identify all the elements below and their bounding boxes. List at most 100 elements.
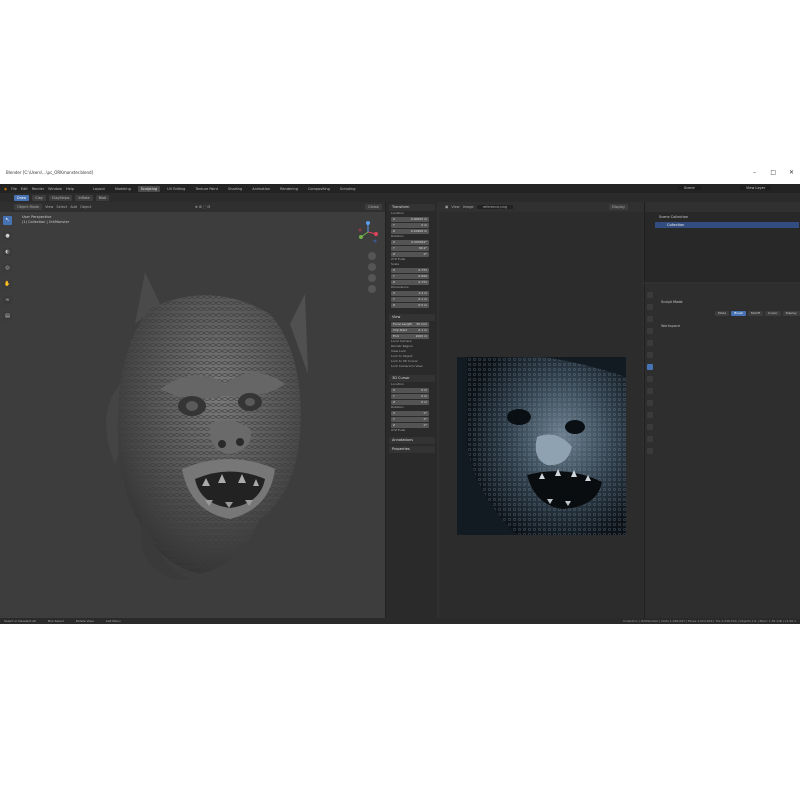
transform-orientation-icons[interactable]: ⊕ ⊞ ⬚ ⊟ (195, 205, 210, 209)
viewport-menu-object[interactable]: Object (80, 205, 91, 209)
3d-viewport[interactable]: Object Mode View Select Add Object ⊕ ⊞ ⬚… (0, 202, 385, 618)
modifiers-tab-icon[interactable] (647, 376, 653, 382)
menu-render[interactable]: Render (32, 187, 44, 191)
grab-brush-icon[interactable]: ✋ (3, 280, 12, 289)
brush-draw[interactable]: Draw (14, 194, 30, 201)
workspace-tab-rendering[interactable]: Rendering (277, 186, 301, 192)
image-menu-view[interactable]: View (451, 205, 459, 209)
tool-tab-icon[interactable] (647, 292, 653, 298)
scene-tab-icon[interactable] (647, 340, 653, 346)
render-tab-icon[interactable] (647, 304, 653, 310)
location-y-field[interactable]: Y0 m (391, 223, 429, 228)
lock-camera-checkbox[interactable]: Lock Camera to View (389, 364, 435, 369)
draw-brush-icon[interactable]: ● (3, 232, 12, 241)
minimize-icon[interactable]: – (753, 169, 756, 176)
maximize-icon[interactable]: □ (770, 169, 776, 176)
particles-tab-icon[interactable] (647, 388, 653, 394)
props-tab-cursor[interactable]: Cursor (764, 311, 781, 316)
3d-cursor-panel-header[interactable]: 3D Cursor (389, 375, 435, 382)
cursor-rotation-y-field[interactable]: Y 0° (391, 417, 429, 422)
outliner-item-collection[interactable]: Collection (655, 222, 799, 228)
props-tab-display[interactable]: Display (782, 311, 800, 316)
blender-logo-icon[interactable]: ◉ (4, 187, 7, 191)
navigation-gizmo[interactable] (356, 220, 380, 244)
workspace-tab-sculpting[interactable]: Sculpting (137, 185, 161, 192)
workspace-tab-animation[interactable]: Animation (249, 186, 273, 192)
brush-claystrips[interactable]: ClayStrips (48, 194, 73, 201)
scene-selector[interactable]: Scene (678, 186, 701, 190)
cursor-rotation-mode[interactable]: XYZ Euler (389, 428, 435, 433)
object-tab-icon[interactable] (647, 364, 653, 370)
viewport-menu-add[interactable]: Add (70, 205, 77, 209)
close-icon[interactable]: ✕ (789, 169, 794, 176)
clay-brush-icon[interactable]: ◐ (3, 248, 12, 257)
menu-help[interactable]: Help (66, 187, 74, 191)
scale-y-field[interactable]: Y 0.699 (391, 274, 429, 279)
properties-panel-header[interactable]: Properties (389, 446, 435, 453)
image-name-field[interactable]: reference.png (476, 205, 514, 209)
scale-x-field[interactable]: X 0.731 (391, 268, 429, 273)
ortho-toggle-icon[interactable] (368, 285, 376, 293)
annotations-panel-header[interactable]: Annotations (389, 437, 435, 444)
workspace-panel-label[interactable]: Workspace (661, 324, 680, 328)
select-tool-icon[interactable]: ↖ (3, 216, 12, 225)
menu-window[interactable]: Window (48, 187, 62, 191)
rotation-y-field[interactable]: Y 90.2° (391, 246, 429, 251)
image-editor-type-icon[interactable]: ▣ (445, 205, 448, 209)
outliner[interactable]: Scene Collection Collection (644, 202, 800, 282)
status-box-select: Box Select (47, 619, 64, 623)
view-layer-selector[interactable]: View Layer (740, 186, 772, 190)
view-layer-tab-icon[interactable] (647, 328, 653, 334)
location-x-field[interactable]: X 0.00005 m (391, 217, 429, 222)
cursor-location-x-field[interactable]: X0 m (391, 388, 429, 393)
pan-icon[interactable] (368, 263, 376, 271)
mask-brush-icon[interactable]: ▤ (3, 312, 12, 321)
material-tab-icon[interactable] (647, 436, 653, 442)
output-tab-icon[interactable] (647, 316, 653, 322)
data-tab-icon[interactable] (647, 424, 653, 430)
inflate-brush-icon[interactable]: ◎ (3, 264, 12, 273)
workspace-tab-texture-paint[interactable]: Texture Paint (192, 186, 221, 192)
props-tab-falloff[interactable]: Falloff (747, 311, 763, 316)
brush-clay[interactable]: Clay (32, 194, 46, 201)
display-slot-select[interactable]: Display (609, 204, 628, 210)
focal-length-field[interactable]: Focal Length 50 mm (391, 322, 429, 327)
image-editor[interactable]: ▣ View Image reference.png Display (439, 202, 643, 618)
dimension-y-field[interactable]: Y 0.1 m (391, 297, 429, 302)
cursor-rotation-x-field[interactable]: X 0° (391, 411, 429, 416)
brush-inflate[interactable]: Inflate (75, 194, 93, 201)
status-call-menu: Call Menu (105, 619, 121, 623)
clip-start-field[interactable]: Clip Start 0.1 m (391, 328, 429, 333)
world-tab-icon[interactable] (647, 352, 653, 358)
camera-view-icon[interactable] (368, 274, 376, 282)
workspace-tab-compositing[interactable]: Compositing (305, 186, 333, 192)
tool-shelf: ↖ ● ◐ ◎ ✋ ≈ ▤ (3, 216, 12, 346)
dimension-z-field[interactable]: Z 0.5 m (391, 303, 429, 308)
props-tab-brush[interactable]: Brush (731, 311, 746, 316)
physics-tab-icon[interactable] (647, 400, 653, 406)
viewport-menu-select[interactable]: Select (56, 205, 67, 209)
workspace-tab-scripting[interactable]: Scripting (337, 186, 359, 192)
properties-editor[interactable]: Sculpt Mode Mode Brush Falloff Cursor Di… (644, 284, 800, 618)
workspace-tab-uv-editing[interactable]: UV Editing (164, 186, 188, 192)
viewport-menu-view[interactable]: View (45, 205, 53, 209)
props-tab-mode[interactable]: Mode (715, 311, 730, 316)
zoom-icon[interactable] (368, 252, 376, 260)
workspace-tab-shading[interactable]: Shading (225, 186, 245, 192)
mode-selector[interactable]: Object Mode (14, 204, 43, 210)
dimension-x-field[interactable]: X 1.2 m (391, 291, 429, 296)
workspace-tab-modeling[interactable]: Modeling (112, 186, 134, 192)
shading-global[interactable]: Global (365, 204, 383, 210)
constraints-tab-icon[interactable] (647, 412, 653, 418)
view-panel-header[interactable]: View (389, 314, 435, 321)
menu-file[interactable]: File (11, 187, 17, 191)
cursor-location-y-field[interactable]: Y0 m (391, 394, 429, 399)
texture-tab-icon[interactable] (647, 448, 653, 454)
transform-panel-header[interactable]: Transform (389, 204, 435, 211)
menu-edit[interactable]: Edit (21, 187, 28, 191)
brush-blob[interactable]: Blob (95, 194, 110, 201)
rotation-x-field[interactable]: X 0.000042° (391, 240, 429, 245)
workspace-tab-layout[interactable]: Layout (90, 186, 108, 192)
image-menu-image[interactable]: Image (463, 205, 474, 209)
smooth-brush-icon[interactable]: ≈ (3, 296, 12, 305)
